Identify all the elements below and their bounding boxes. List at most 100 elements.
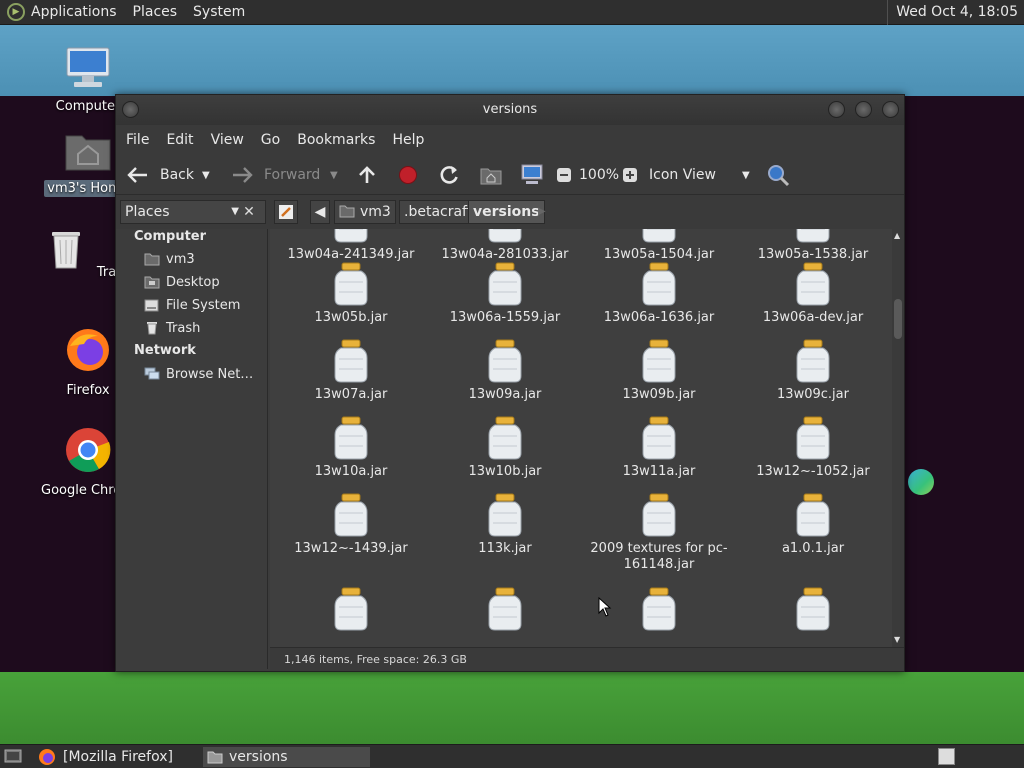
scrollbar-thumb[interactable] — [894, 299, 902, 339]
status-bar: 1,146 items, Free space: 26.3 GB — [270, 647, 904, 671]
file-item[interactable]: 13w09b.jar — [584, 339, 734, 411]
menu-edit[interactable]: Edit — [166, 132, 193, 148]
file-icon-view[interactable]: 13w04a-241349.jar 13w04a-281033.jar 13w05a… — [270, 229, 892, 647]
breadcrumb-vm3[interactable]: vm3 — [334, 200, 396, 224]
clock[interactable]: Wed Oct 4, 18:05 — [887, 0, 1024, 25]
sidebar-item-desktop[interactable]: Desktop — [144, 271, 220, 293]
file-item[interactable]: 2009 textures for pc-161148.jar — [584, 493, 734, 572]
breadcrumb-label: .betacraft — [404, 204, 473, 220]
file-item[interactable]: 13w06a-dev.jar — [738, 262, 888, 334]
sidebar-item-browse-network[interactable]: Browse Net… — [144, 363, 253, 385]
zoom-in-button[interactable] — [622, 155, 638, 195]
file-label: 13w12~-1439.jar — [294, 541, 408, 556]
file-label: 13w07a.jar — [314, 387, 388, 402]
forward-history-dropdown[interactable]: ▼ — [330, 155, 338, 195]
menu-view[interactable]: View — [211, 132, 244, 148]
stop-button[interactable] — [398, 155, 418, 195]
vertical-scrollbar[interactable]: ▲ ▼ — [892, 229, 904, 647]
toggle-location-entry-button[interactable] — [274, 200, 298, 224]
sidebar-item-filesystem[interactable]: File System — [144, 294, 240, 316]
zoom-out-button[interactable] — [556, 155, 572, 195]
places-menu[interactable]: Places — [133, 4, 178, 20]
zoom-out-icon — [557, 168, 571, 182]
scroll-up-icon[interactable]: ▲ — [894, 231, 900, 240]
places-sidebar: Computer vm3 Desktop File System Trash N… — [116, 229, 268, 669]
file-label: 113k.jar — [478, 541, 532, 556]
jar-file-icon[interactable] — [487, 587, 523, 631]
network-icon — [144, 367, 160, 380]
system-menu[interactable]: System — [193, 4, 245, 20]
file-item[interactable]: 13w11a.jar — [584, 416, 734, 488]
jar-file-icon[interactable] — [641, 587, 677, 631]
minimize-button[interactable] — [828, 101, 845, 118]
file-item[interactable]: 13w09a.jar — [430, 339, 580, 411]
jar-file-icon[interactable] — [795, 587, 831, 631]
file-item[interactable]: 13w09c.jar — [738, 339, 888, 411]
show-desktop-icon[interactable] — [4, 748, 22, 764]
up-arrow-icon — [359, 166, 375, 183]
jar-file-icon — [333, 416, 369, 460]
sidebar-item-vm3[interactable]: vm3 — [144, 248, 195, 270]
file-item[interactable]: 13w12~-1052.jar — [738, 416, 888, 488]
window-titlebar[interactable]: versions — [116, 95, 904, 125]
maximize-button[interactable] — [855, 101, 872, 118]
back-history-dropdown[interactable]: ▼ — [202, 155, 210, 195]
file-manager-window: versions File Edit View Go Bookmarks Hel… — [115, 94, 905, 672]
computer-button[interactable] — [520, 155, 544, 195]
zoom-level[interactable]: 100% — [579, 155, 619, 195]
menu-go[interactable]: Go — [261, 132, 280, 148]
file-item[interactable]: 13w10b.jar — [430, 416, 580, 488]
search-button[interactable] — [766, 155, 790, 195]
file-item[interactable]: a1.0.1.jar — [738, 493, 888, 565]
home-folder-icon — [144, 253, 160, 266]
file-item[interactable]: 13w12~-1439.jar — [276, 493, 426, 565]
forward-button[interactable]: Forward — [230, 155, 320, 195]
scroll-down-icon[interactable]: ▼ — [894, 635, 900, 644]
close-button[interactable] — [882, 101, 899, 118]
distro-logo-icon[interactable]: ▶ — [7, 3, 25, 21]
taskbar-item-label: versions — [229, 749, 288, 765]
computer-icon — [66, 47, 110, 87]
jar-file-icon[interactable] — [333, 587, 369, 631]
breadcrumb-scroll-left[interactable]: ◀ — [310, 200, 330, 224]
up-button[interactable] — [356, 155, 378, 195]
menu-file[interactable]: File — [126, 132, 149, 148]
reload-button[interactable] — [438, 155, 460, 195]
back-button[interactable]: Back — [126, 155, 194, 195]
home-button[interactable] — [480, 155, 502, 195]
jar-file-icon — [795, 339, 831, 383]
home-folder-icon — [480, 168, 502, 185]
breadcrumb-versions[interactable]: versions — [468, 200, 545, 224]
reload-icon — [440, 166, 458, 184]
taskbar-item-versions[interactable]: versions — [203, 747, 370, 767]
file-item[interactable]: 13w06a-1559.jar — [430, 262, 580, 334]
file-item[interactable]: 113k.jar — [430, 493, 580, 565]
file-item[interactable]: 13w06a-1636.jar — [584, 262, 734, 334]
file-item[interactable]: 13w10a.jar — [276, 416, 426, 488]
sidebar-item-trash[interactable]: Trash — [144, 317, 200, 339]
file-item[interactable]: 13w05b.jar — [276, 262, 426, 334]
chevron-right-icon[interactable]: ▶ — [538, 206, 546, 217]
chrome-bubble-icon[interactable] — [908, 469, 934, 495]
taskbar-item-label: [Mozilla Firefox] — [63, 749, 173, 765]
applications-menu[interactable]: Applications — [31, 4, 117, 20]
wallpaper-sky — [0, 25, 1024, 96]
taskbar-item-firefox[interactable]: [Mozilla Firefox] — [37, 747, 197, 767]
jar-file-icon — [641, 493, 677, 537]
menu-bookmarks[interactable]: Bookmarks — [297, 132, 375, 148]
workspace-switcher[interactable] — [938, 748, 955, 765]
close-sidebar-icon[interactable]: ✕ — [240, 203, 258, 221]
jar-file-icon — [333, 339, 369, 383]
breadcrumb-betacraft[interactable]: .betacraft — [399, 200, 478, 224]
view-mode-label: Icon View — [649, 167, 716, 183]
file-label: 13w10b.jar — [468, 464, 542, 479]
file-label: 13w04a-241349.jar — [287, 247, 415, 262]
location-bar: Places ▼ ✕ ◀ vm3 .betacraft versions ▶ — [116, 195, 904, 229]
desktop-icon-label: Firefox — [66, 383, 110, 398]
file-item[interactable]: 13w07a.jar — [276, 339, 426, 411]
file-label: 13w06a-dev.jar — [762, 310, 864, 325]
chevron-left-icon: ◀ — [314, 204, 326, 220]
view-mode-select[interactable]: Icon View ▼ — [649, 155, 750, 195]
chevron-down-icon: ▼ — [741, 169, 750, 181]
menu-help[interactable]: Help — [392, 132, 424, 148]
